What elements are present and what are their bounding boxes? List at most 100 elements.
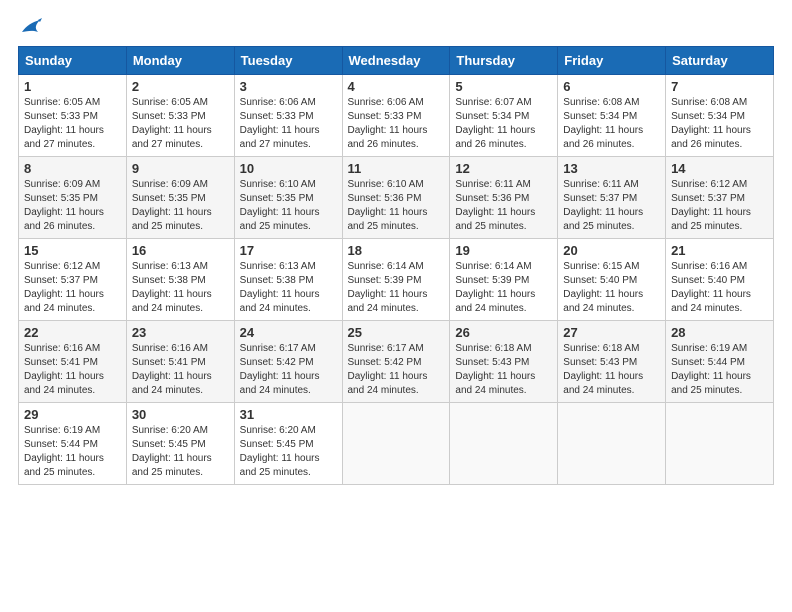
weekday-header-wednesday: Wednesday [342, 47, 450, 75]
day-info: Sunrise: 6:14 AM Sunset: 5:39 PM Dayligh… [348, 260, 445, 316]
calendar-cell: 12 Sunrise: 6:11 AM Sunset: 5:36 PM Dayli… [450, 157, 558, 239]
calendar-week-4: 22Sunrise: 6:16 AM Sunset: 5:41 PM Dayli… [19, 321, 774, 403]
day-number: 27 [563, 325, 660, 340]
day-info: Sunrise: 6:16 AM Sunset: 5:40 PM Dayligh… [671, 260, 768, 316]
day-number: 24 [240, 325, 337, 340]
day-info: Sunrise: 6:15 AM Sunset: 5:40 PM Dayligh… [563, 260, 660, 316]
calendar-cell: 28 Sunrise: 6:19 AM Sunset: 5:44 PM Dayli… [666, 321, 774, 403]
calendar-cell: 23Sunrise: 6:16 AM Sunset: 5:41 PM Dayli… [126, 321, 234, 403]
calendar-cell: 15 Sunrise: 6:12 AM Sunset: 5:37 PM Dayli… [19, 239, 127, 321]
calendar-cell: 11 Sunrise: 6:10 AM Sunset: 5:36 PM Dayli… [342, 157, 450, 239]
day-number: 26 [455, 325, 552, 340]
day-info: Sunrise: 6:20 AM Sunset: 5:45 PM Dayligh… [132, 424, 229, 480]
day-number: 9 [132, 161, 229, 176]
day-number: 4 [348, 79, 445, 94]
day-number: 29 [24, 407, 121, 422]
day-info: Sunrise: 6:09 AM Sunset: 5:35 PM Dayligh… [132, 178, 229, 234]
day-info: Sunrise: 6:11 AM Sunset: 5:37 PM Dayligh… [563, 178, 660, 234]
calendar-cell: 8Sunrise: 6:09 AM Sunset: 5:35 PM Daylig… [19, 157, 127, 239]
calendar-cell: 17 Sunrise: 6:13 AM Sunset: 5:38 PM Dayli… [234, 239, 342, 321]
day-number: 5 [455, 79, 552, 94]
calendar-cell [342, 403, 450, 485]
calendar-cell: 31 Sunrise: 6:20 AM Sunset: 5:45 PM Dayli… [234, 403, 342, 485]
calendar-cell: 10Sunrise: 6:10 AM Sunset: 5:35 PM Dayli… [234, 157, 342, 239]
calendar-cell [450, 403, 558, 485]
weekday-header-sunday: Sunday [19, 47, 127, 75]
calendar-cell: 13 Sunrise: 6:11 AM Sunset: 5:37 PM Dayli… [558, 157, 666, 239]
day-info: Sunrise: 6:18 AM Sunset: 5:43 PM Dayligh… [563, 342, 660, 398]
calendar-cell: 3Sunrise: 6:06 AM Sunset: 5:33 PM Daylig… [234, 75, 342, 157]
calendar-cell: 6 Sunrise: 6:08 AM Sunset: 5:34 PM Daylig… [558, 75, 666, 157]
day-info: Sunrise: 6:10 AM Sunset: 5:35 PM Dayligh… [240, 178, 337, 234]
day-info: Sunrise: 6:14 AM Sunset: 5:39 PM Dayligh… [455, 260, 552, 316]
day-info: Sunrise: 6:09 AM Sunset: 5:35 PM Dayligh… [24, 178, 121, 234]
day-number: 22 [24, 325, 121, 340]
calendar-cell: 29 Sunrise: 6:19 AM Sunset: 5:44 PM Dayli… [19, 403, 127, 485]
day-info: Sunrise: 6:08 AM Sunset: 5:34 PM Dayligh… [563, 96, 660, 152]
calendar-cell: 18 Sunrise: 6:14 AM Sunset: 5:39 PM Dayli… [342, 239, 450, 321]
day-number: 6 [563, 79, 660, 94]
logo [18, 18, 42, 36]
day-number: 17 [240, 243, 337, 258]
day-number: 21 [671, 243, 768, 258]
calendar-cell: 20 Sunrise: 6:15 AM Sunset: 5:40 PM Dayli… [558, 239, 666, 321]
calendar-cell [558, 403, 666, 485]
day-number: 11 [348, 161, 445, 176]
day-info: Sunrise: 6:05 AM Sunset: 5:33 PM Dayligh… [132, 96, 229, 152]
day-info: Sunrise: 6:17 AM Sunset: 5:42 PM Dayligh… [240, 342, 337, 398]
calendar-cell: 7Sunrise: 6:08 AM Sunset: 5:34 PM Daylig… [666, 75, 774, 157]
day-number: 20 [563, 243, 660, 258]
calendar-cell: 21 Sunrise: 6:16 AM Sunset: 5:40 PM Dayli… [666, 239, 774, 321]
day-info: Sunrise: 6:07 AM Sunset: 5:34 PM Dayligh… [455, 96, 552, 152]
day-info: Sunrise: 6:06 AM Sunset: 5:33 PM Dayligh… [348, 96, 445, 152]
day-info: Sunrise: 6:19 AM Sunset: 5:44 PM Dayligh… [24, 424, 121, 480]
page: SundayMondayTuesdayWednesdayThursdayFrid… [0, 0, 792, 612]
calendar-week-5: 29 Sunrise: 6:19 AM Sunset: 5:44 PM Dayli… [19, 403, 774, 485]
day-info: Sunrise: 6:19 AM Sunset: 5:44 PM Dayligh… [671, 342, 768, 398]
calendar-cell: 4 Sunrise: 6:06 AM Sunset: 5:33 PM Daylig… [342, 75, 450, 157]
calendar-cell: 1 Sunrise: 6:05 AM Sunset: 5:33 PM Daylig… [19, 75, 127, 157]
calendar-cell: 26Sunrise: 6:18 AM Sunset: 5:43 PM Dayli… [450, 321, 558, 403]
day-number: 31 [240, 407, 337, 422]
calendar-cell: 30 Sunrise: 6:20 AM Sunset: 5:45 PM Dayli… [126, 403, 234, 485]
day-info: Sunrise: 6:12 AM Sunset: 5:37 PM Dayligh… [24, 260, 121, 316]
weekday-header-monday: Monday [126, 47, 234, 75]
day-info: Sunrise: 6:06 AM Sunset: 5:33 PM Dayligh… [240, 96, 337, 152]
calendar-cell: 2 Sunrise: 6:05 AM Sunset: 5:33 PM Daylig… [126, 75, 234, 157]
calendar-week-1: 1 Sunrise: 6:05 AM Sunset: 5:33 PM Daylig… [19, 75, 774, 157]
weekday-header-friday: Friday [558, 47, 666, 75]
day-info: Sunrise: 6:20 AM Sunset: 5:45 PM Dayligh… [240, 424, 337, 480]
day-info: Sunrise: 6:08 AM Sunset: 5:34 PM Dayligh… [671, 96, 768, 152]
day-number: 15 [24, 243, 121, 258]
calendar-cell: 27 Sunrise: 6:18 AM Sunset: 5:43 PM Dayli… [558, 321, 666, 403]
day-number: 30 [132, 407, 229, 422]
day-number: 12 [455, 161, 552, 176]
day-info: Sunrise: 6:11 AM Sunset: 5:36 PM Dayligh… [455, 178, 552, 234]
header [18, 18, 774, 36]
calendar-cell: 16Sunrise: 6:13 AM Sunset: 5:38 PM Dayli… [126, 239, 234, 321]
day-info: Sunrise: 6:13 AM Sunset: 5:38 PM Dayligh… [132, 260, 229, 316]
calendar-cell: 25 Sunrise: 6:17 AM Sunset: 5:42 PM Dayli… [342, 321, 450, 403]
day-number: 2 [132, 79, 229, 94]
calendar-header-row: SundayMondayTuesdayWednesdayThursdayFrid… [19, 47, 774, 75]
day-number: 1 [24, 79, 121, 94]
day-number: 19 [455, 243, 552, 258]
day-number: 13 [563, 161, 660, 176]
calendar-cell: 9 Sunrise: 6:09 AM Sunset: 5:35 PM Daylig… [126, 157, 234, 239]
calendar-cell: 14Sunrise: 6:12 AM Sunset: 5:37 PM Dayli… [666, 157, 774, 239]
calendar-cell: 22Sunrise: 6:16 AM Sunset: 5:41 PM Dayli… [19, 321, 127, 403]
calendar-week-2: 8Sunrise: 6:09 AM Sunset: 5:35 PM Daylig… [19, 157, 774, 239]
day-info: Sunrise: 6:17 AM Sunset: 5:42 PM Dayligh… [348, 342, 445, 398]
calendar-cell: 19 Sunrise: 6:14 AM Sunset: 5:39 PM Dayli… [450, 239, 558, 321]
day-info: Sunrise: 6:13 AM Sunset: 5:38 PM Dayligh… [240, 260, 337, 316]
day-number: 25 [348, 325, 445, 340]
day-info: Sunrise: 6:10 AM Sunset: 5:36 PM Dayligh… [348, 178, 445, 234]
calendar-cell: 24 Sunrise: 6:17 AM Sunset: 5:42 PM Dayli… [234, 321, 342, 403]
day-number: 14 [671, 161, 768, 176]
calendar-cell: 5 Sunrise: 6:07 AM Sunset: 5:34 PM Daylig… [450, 75, 558, 157]
calendar-week-3: 15 Sunrise: 6:12 AM Sunset: 5:37 PM Dayli… [19, 239, 774, 321]
weekday-header-thursday: Thursday [450, 47, 558, 75]
day-number: 28 [671, 325, 768, 340]
day-info: Sunrise: 6:05 AM Sunset: 5:33 PM Dayligh… [24, 96, 121, 152]
day-number: 18 [348, 243, 445, 258]
